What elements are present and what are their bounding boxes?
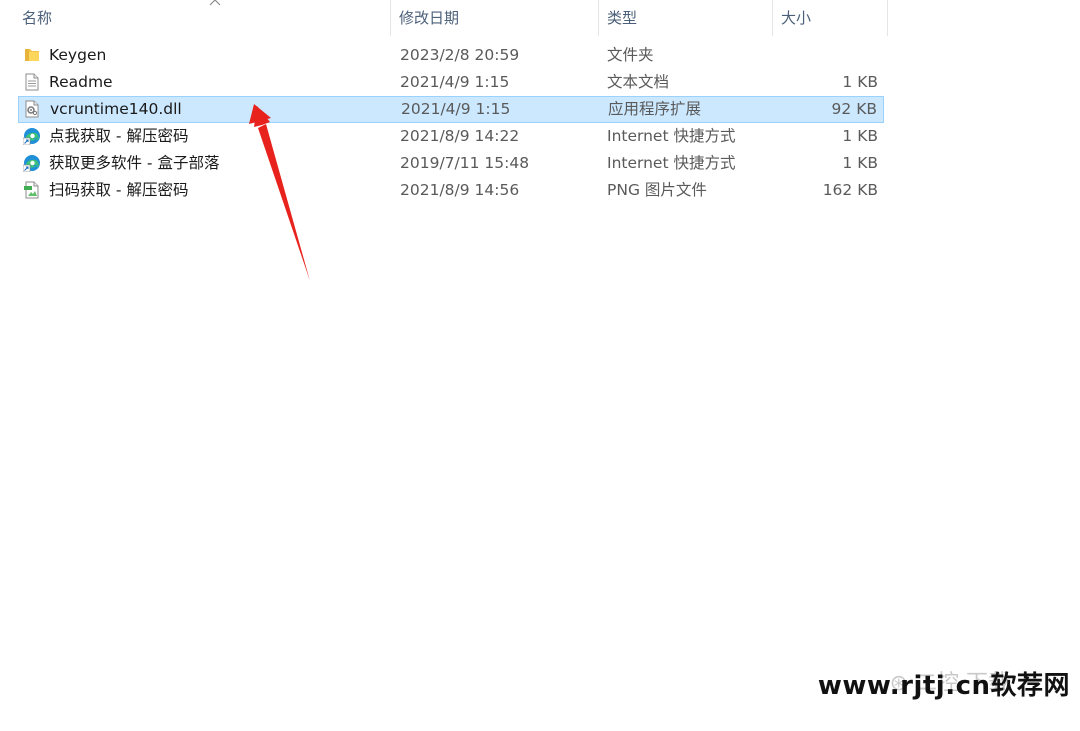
file-date: 2019/7/11 15:48 (400, 154, 530, 172)
file-size: 1 KB (842, 73, 878, 91)
file-type: Internet 快捷方式 (607, 154, 736, 172)
file-row-keygen[interactable]: Keygen 2023/2/8 20:59 文件夹 (18, 42, 884, 69)
file-date: 2021/8/9 14:56 (400, 181, 520, 199)
file-row-shortcut-more-software[interactable]: 获取更多软件 - 盒子部落 2019/7/11 15:48 Internet 快… (18, 150, 884, 177)
file-row-png-qrcode[interactable]: 扫码获取 - 解压密码 2021/8/9 14:56 PNG 图片文件 162 … (18, 177, 884, 204)
column-header-date[interactable]: 修改日期 (391, 0, 599, 36)
column-header-type-label: 类型 (607, 9, 638, 27)
file-date: 2021/4/9 1:15 (400, 73, 510, 91)
file-name: 点我获取 - 解压密码 (49, 127, 189, 145)
file-name: 获取更多软件 - 盒子部落 (49, 154, 220, 172)
column-header-name-label: 名称 (22, 9, 53, 27)
text-document-icon (25, 73, 39, 91)
file-type: 文本文档 (607, 73, 670, 91)
column-header-size[interactable]: 大小 (773, 0, 888, 36)
file-date: 2023/2/8 20:59 (400, 46, 520, 64)
file-size: 1 KB (842, 127, 878, 145)
edge-shortcut-icon (23, 155, 40, 172)
file-row-vcruntime140-dll[interactable]: vcruntime140.dll 2021/4/9 1:15 应用程序扩展 92… (18, 96, 884, 123)
file-size: 1 KB (842, 154, 878, 172)
folder-icon (25, 49, 39, 61)
file-row-readme[interactable]: Readme 2021/4/9 1:15 文本文档 1 KB (18, 69, 884, 96)
file-name: 扫码获取 - 解压密码 (49, 181, 189, 199)
column-header-date-label: 修改日期 (399, 9, 460, 27)
column-header-name[interactable]: 名称 (14, 0, 391, 36)
site-watermark: ⊛ 二控 下载 www.rjtj.cn软荐网 (818, 665, 1070, 705)
file-type: 文件夹 (607, 46, 654, 64)
watermark-text: www.rjtj.cn软荐网 (817, 671, 1070, 701)
dll-file-icon (25, 100, 39, 118)
file-type: 应用程序扩展 (608, 100, 702, 118)
edge-shortcut-icon (23, 128, 40, 145)
file-date: 2021/4/9 1:15 (401, 100, 511, 118)
file-size: 162 KB (822, 181, 878, 199)
file-explorer-window: 名称 修改日期 类型 大小 Keygen 2023/2/8 20:59 文件夹 (0, 0, 1080, 731)
file-name: Keygen (49, 46, 107, 64)
file-date: 2021/8/9 14:22 (400, 127, 520, 145)
file-size: 92 KB (831, 100, 877, 118)
png-image-icon (24, 181, 39, 199)
file-type: PNG 图片文件 (607, 181, 707, 199)
column-header-size-label: 大小 (781, 9, 812, 27)
file-type: Internet 快捷方式 (607, 127, 736, 145)
sort-up-chevron-icon (209, 0, 221, 6)
column-header-bar: 名称 修改日期 类型 大小 (0, 0, 1080, 36)
file-name: vcruntime140.dll (50, 100, 182, 118)
file-name: Readme (49, 73, 113, 91)
file-row-shortcut-password[interactable]: 点我获取 - 解压密码 2021/8/9 14:22 Internet 快捷方式… (18, 123, 884, 150)
column-header-type[interactable]: 类型 (599, 0, 773, 36)
